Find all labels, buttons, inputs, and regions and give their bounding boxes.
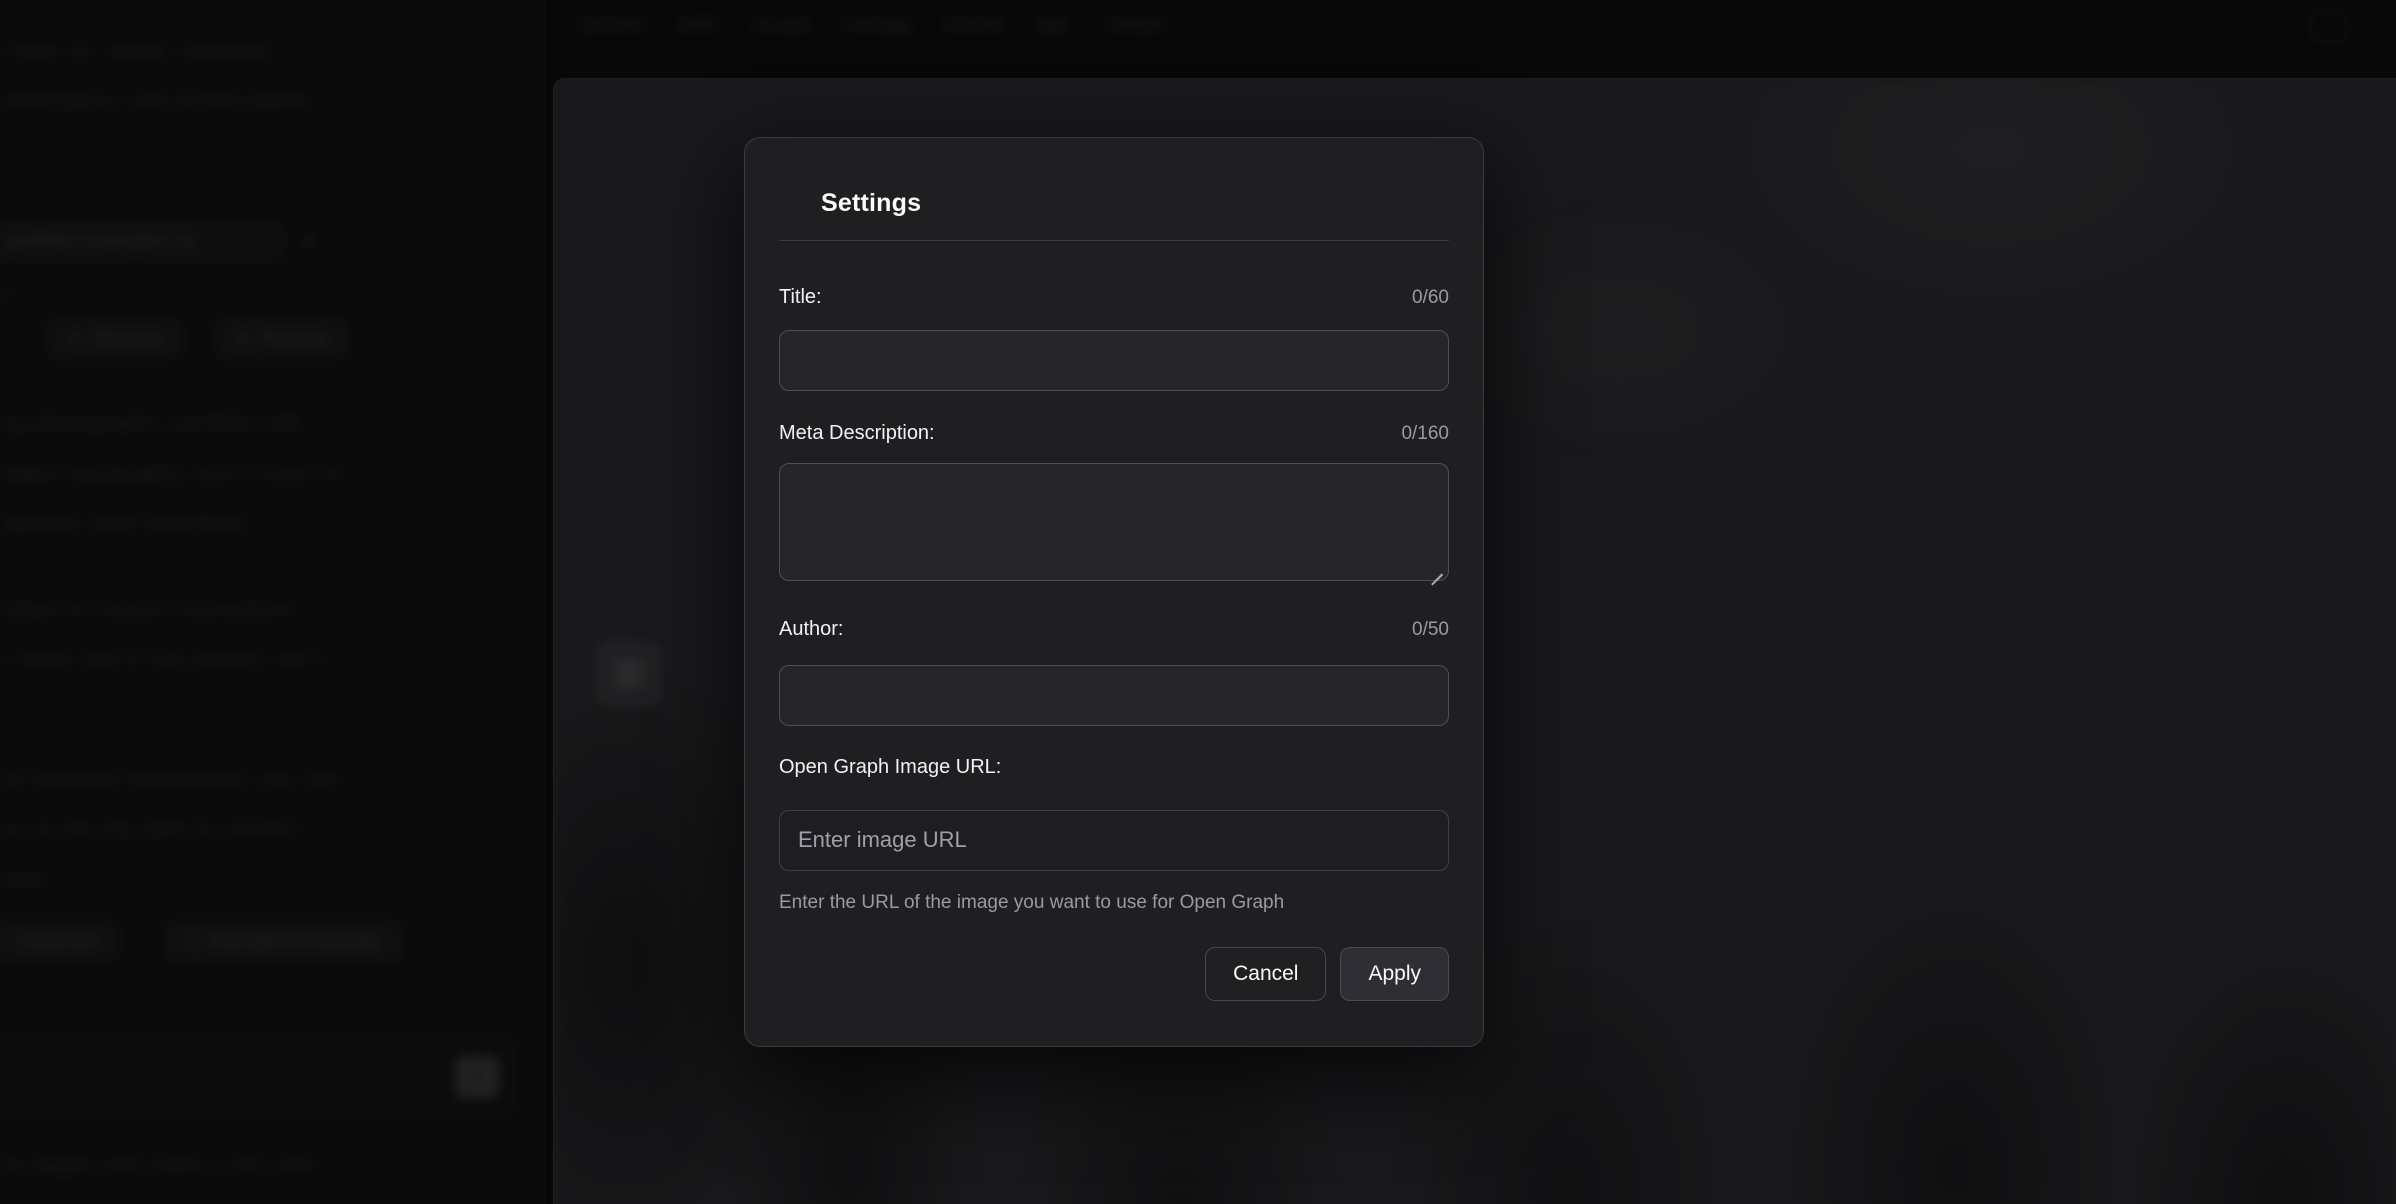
- og-helper-text: Enter the URL of the image you want to u…: [779, 891, 1449, 915]
- meta-description-textarea[interactable]: [779, 463, 1449, 581]
- author-field-row: Author: 0/50: [779, 616, 1449, 642]
- meta-field-row: Meta Description: 0/160: [779, 420, 1449, 446]
- modal-title: Settings: [821, 188, 1449, 218]
- author-input[interactable]: [779, 665, 1449, 726]
- modal-actions: Cancel Apply: [779, 947, 1449, 1001]
- author-counter: 0/50: [1412, 619, 1449, 641]
- meta-description-wrap: [779, 463, 1449, 581]
- og-field-row: Open Graph Image URL:: [779, 754, 1449, 780]
- title-counter: 0/60: [1412, 287, 1449, 309]
- title-field-row: Title: 0/60: [779, 284, 1449, 310]
- apply-button[interactable]: Apply: [1340, 947, 1449, 1001]
- meta-description-label: Meta Description:: [779, 420, 935, 446]
- settings-modal: Settings Title: 0/60 Meta Description: 0…: [744, 137, 1484, 1047]
- cancel-button[interactable]: Cancel: [1205, 947, 1326, 1001]
- app-screen: preview skills visuals manage brands app…: [0, 0, 2396, 1204]
- og-image-url-input[interactable]: [779, 810, 1449, 871]
- og-image-url-label: Open Graph Image URL:: [779, 754, 1001, 780]
- meta-description-counter: 0/160: [1401, 423, 1449, 445]
- author-label: Author:: [779, 616, 843, 642]
- divider: [779, 240, 1449, 241]
- title-input[interactable]: [779, 330, 1449, 391]
- title-label: Title:: [779, 284, 822, 310]
